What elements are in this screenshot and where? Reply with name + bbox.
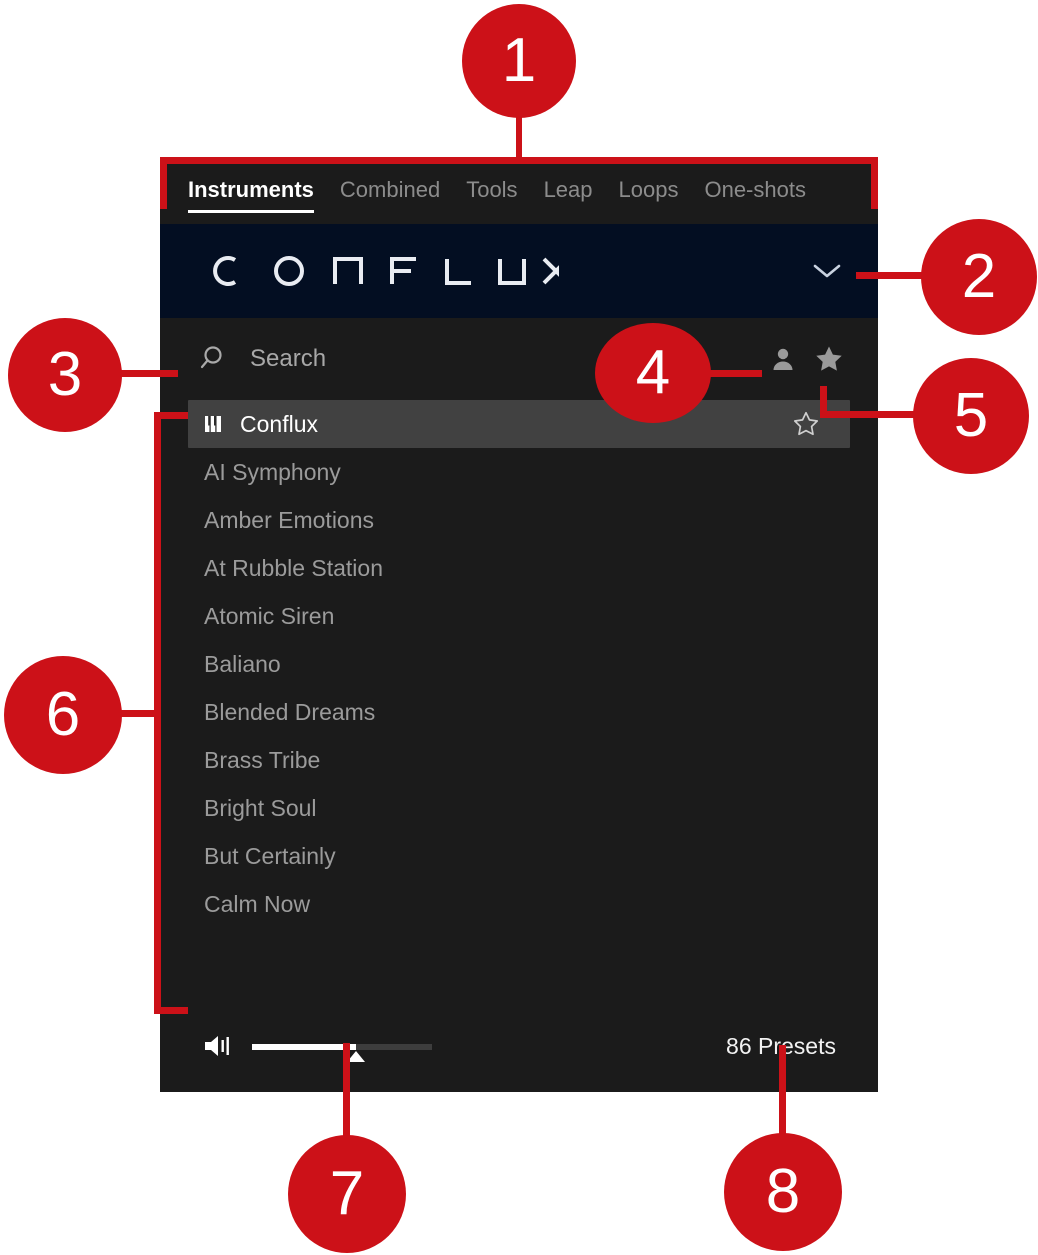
- preset-row[interactable]: Brass Tribe: [160, 736, 878, 784]
- screenshot-root: Instruments Combined Tools Leap Loops On…: [0, 0, 1038, 1255]
- tab-tools[interactable]: Tools: [466, 176, 517, 204]
- preset-row[interactable]: AI Symphony: [160, 448, 878, 496]
- preset-row-label: Blended Dreams: [204, 698, 376, 725]
- search-row: [160, 318, 878, 400]
- tab-label: Leap: [543, 177, 593, 202]
- callout-badge-6: 6: [4, 656, 122, 774]
- callout-1-bracket-left: [160, 157, 167, 209]
- callout-6-leader: [116, 710, 158, 717]
- product-title: [204, 251, 559, 291]
- tab-bar: Instruments Combined Tools Leap Loops On…: [160, 162, 878, 224]
- preset-row-label: Amber Emotions: [204, 506, 375, 533]
- plugin-browser-panel: Instruments Combined Tools Leap Loops On…: [160, 162, 878, 1092]
- browser-footer: 86 Presets: [160, 1000, 878, 1092]
- preset-row-label: Baliano: [204, 650, 281, 677]
- preset-row[interactable]: But Certainly: [160, 832, 878, 880]
- preset-row-label: Brass Tribe: [204, 746, 321, 773]
- volume-slider[interactable]: [252, 1042, 432, 1062]
- callout-badge-7: 7: [288, 1135, 406, 1253]
- preset-row-label: At Rubble Station: [204, 554, 384, 581]
- callout-badge-5: 5: [913, 358, 1029, 474]
- preset-row-selected[interactable]: Conflux: [188, 400, 850, 448]
- volume-slider-fill: [252, 1044, 357, 1050]
- preset-row-label: AI Symphony: [204, 458, 341, 485]
- conflux-wordmark: [213, 256, 559, 286]
- callout-6-bracket-bottom: [154, 1007, 188, 1014]
- preset-row-label: Calm Now: [204, 890, 311, 917]
- piano-keys-icon: [204, 413, 226, 435]
- preset-row[interactable]: At Rubble Station: [160, 544, 878, 592]
- tab-combined[interactable]: Combined: [340, 176, 440, 204]
- tab-active-underline: [188, 210, 314, 213]
- preset-row-label: Atomic Siren: [204, 602, 335, 629]
- preset-row-label: Bright Soul: [204, 794, 317, 821]
- tab-instruments[interactable]: Instruments: [188, 176, 314, 213]
- tab-label: Tools: [466, 177, 518, 202]
- preset-row[interactable]: Atomic Siren: [160, 592, 878, 640]
- tab-label: Combined: [339, 177, 441, 202]
- tab-label: One-shots: [704, 177, 806, 202]
- callout-badge-2: 2: [921, 219, 1037, 335]
- preset-row[interactable]: Bright Soul: [160, 784, 878, 832]
- favorites-star-icon[interactable]: [806, 336, 852, 382]
- product-header: [160, 224, 878, 318]
- callout-badge-8: 8: [724, 1133, 842, 1251]
- tab-leap[interactable]: Leap: [544, 176, 593, 204]
- tab-loops[interactable]: Loops: [619, 176, 679, 204]
- callout-badge-3: 3: [8, 318, 122, 432]
- preset-row-label: But Certainly: [204, 842, 336, 869]
- volume-slider-knob[interactable]: [347, 1051, 366, 1062]
- preset-list[interactable]: Conflux AI Symphony Amber Emotions At Rubb…: [160, 400, 878, 1000]
- user-icon[interactable]: [760, 336, 806, 382]
- preset-row[interactable]: Blended Dreams: [160, 688, 878, 736]
- preset-row[interactable]: Baliano: [160, 640, 878, 688]
- callout-6-bracket-top: [154, 412, 188, 419]
- product-expand-chevron[interactable]: [806, 250, 848, 292]
- tab-one-shots[interactable]: One-shots: [704, 176, 806, 204]
- star-outline-icon[interactable]: [792, 410, 820, 438]
- speaker-volume-icon[interactable]: [202, 1032, 236, 1060]
- tab-label: Loops: [618, 177, 679, 202]
- preset-row[interactable]: Calm Now: [160, 880, 878, 928]
- callout-badge-1: 1: [462, 4, 576, 118]
- callout-badge-4: 4: [595, 323, 711, 423]
- chevron-down-icon: [813, 264, 841, 278]
- tab-label: Instruments: [188, 177, 314, 202]
- search-icon: [200, 344, 230, 374]
- preset-row[interactable]: Amber Emotions: [160, 496, 878, 544]
- preset-row-label: Conflux: [240, 410, 318, 437]
- callout-1-bracket-right: [871, 157, 878, 209]
